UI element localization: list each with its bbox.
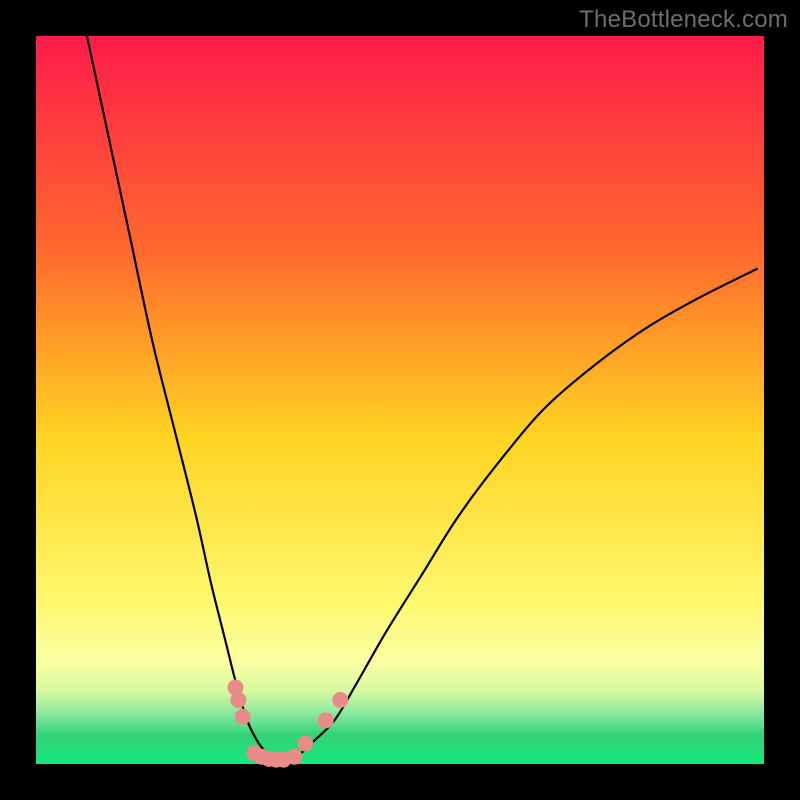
curve-marker-dot [286,749,302,765]
watermark-text: TheBottleneck.com [579,6,788,34]
curve-marker-dot [318,712,334,728]
curve-marker-dot [230,692,246,708]
plot-area [36,36,764,764]
curve-marker-dot [297,736,313,752]
chart-stage: TheBottleneck.com [0,0,800,800]
curve-marker-dot [235,709,251,725]
bottleneck-chart [0,0,800,800]
curve-marker-dot [332,692,348,708]
